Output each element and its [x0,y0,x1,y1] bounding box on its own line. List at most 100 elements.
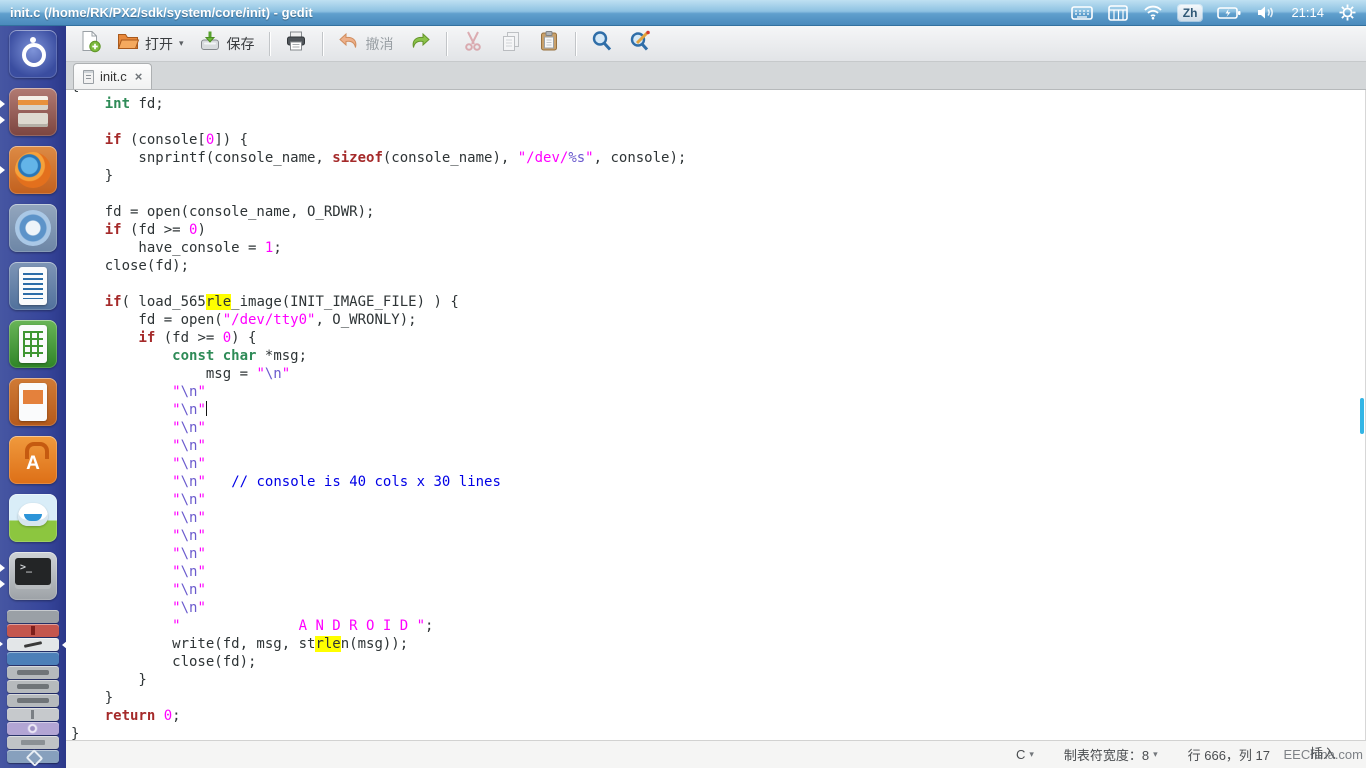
launcher-item-firefox[interactable] [9,146,57,194]
code-line: "\n" [71,437,1365,455]
copy-icon [499,29,523,58]
paste-button[interactable] [531,26,567,61]
code-line: } [71,671,1365,689]
toolbar-separator [446,32,447,56]
launcher-item-libreoffice-impress[interactable] [9,378,57,426]
launcher-item-libreoffice-calc[interactable] [9,320,57,368]
save-icon [198,29,222,58]
toolbar: 打开 ▾ 保存 撤消 [66,26,1366,62]
launcher-item-media-player[interactable] [7,736,59,749]
launcher-item-software-center[interactable] [9,436,57,484]
launcher-item-robot-assistant[interactable] [9,494,57,542]
volume-icon[interactable] [1256,5,1276,20]
status-bar: C ▾ 制表符宽度：8 ▾ 行 666，列 17 插入 EEChina.com [66,740,1366,768]
launcher-item-wine[interactable] [7,624,59,637]
cursor-position-label: 行 666，列 17 [1188,745,1270,764]
open-folder-icon [116,29,140,58]
new-document-button[interactable] [72,26,108,61]
tab-label: init.c [100,69,127,84]
undo-label: 撤消 [366,34,394,54]
text-editor-area[interactable]: { int fd; if (console[0]) { snprintf(con… [66,90,1366,740]
code-line: " A N D R O I D "; [71,617,1365,635]
undo-button[interactable]: 撤消 [331,26,400,61]
launcher-item-gedit[interactable] [7,638,59,651]
launcher-item-dash-home[interactable] [9,30,57,78]
cut-button[interactable] [455,26,491,61]
launcher-item-terminal[interactable] [9,552,57,600]
panel-grid-icon[interactable] [1108,5,1128,21]
code-line: msg = "\n" [71,365,1365,383]
redo-button[interactable] [402,26,438,61]
wifi-icon[interactable] [1143,5,1163,20]
clock[interactable]: 21:14 [1291,5,1324,20]
launcher-item-trash[interactable] [7,750,59,763]
save-label: 保存 [227,34,255,54]
launcher-item-tool[interactable] [7,610,59,623]
print-icon [284,29,308,58]
code-line: "\n" [71,545,1365,563]
launcher-item-drive-1[interactable] [7,666,59,679]
code-line: } [71,167,1365,185]
code-line: if (fd >= 0) [71,221,1365,239]
code-line: close(fd); [71,653,1365,671]
code-line: "\n" [71,455,1365,473]
code-line: "\n" [71,383,1365,401]
running-indicator-pip [0,580,5,588]
chevron-down-icon: ▾ [1153,749,1158,760]
input-method-indicator[interactable]: Zh [1178,5,1203,21]
language-selector[interactable]: C ▾ [1016,747,1034,762]
titlebar: init.c (/home/RK/PX2/sdk/system/core/ini… [0,0,1366,26]
code-line: "\n" [71,401,1365,419]
unity-launcher [0,26,66,768]
redo-icon [408,29,432,58]
watermark-text: EEChina.com [1284,747,1363,762]
keyboard-icon[interactable] [1071,5,1093,21]
code-line: fd = open(console_name, O_RDWR); [71,203,1365,221]
code-line: "\n" [71,491,1365,509]
code-line: fd = open("/dev/tty0", O_WRONLY); [71,311,1365,329]
replace-button[interactable] [622,26,658,61]
search-replace-icon [628,29,652,58]
running-indicator-pip [0,166,5,174]
new-document-icon [78,29,102,58]
toolbar-separator [575,32,576,56]
launcher-item-chromium[interactable] [9,204,57,252]
open-dropdown-icon[interactable]: ▾ [179,38,184,49]
launcher-item-cd-burner[interactable] [7,722,59,735]
copy-button[interactable] [493,26,529,61]
document-icon [83,70,94,84]
tab-close-icon[interactable]: × [135,69,143,84]
launcher-item-usb-creator[interactable] [7,708,59,721]
running-indicator-pip [0,640,3,648]
toolbar-separator [269,32,270,56]
code-line: } [71,725,1365,740]
running-indicator-pip [0,100,5,108]
running-indicator-pip [0,564,5,572]
launcher-item-drive-2[interactable] [7,680,59,693]
battery-icon[interactable] [1217,6,1241,20]
tab-init-c[interactable]: init.c × [73,63,152,89]
code-line [71,185,1365,203]
gear-icon[interactable] [1339,4,1356,21]
code-line: if( load_565rle_image(INIT_IMAGE_FILE) )… [71,293,1365,311]
text-cursor [206,401,208,416]
find-button[interactable] [584,26,620,61]
scrollbar-thumb[interactable] [1360,398,1364,434]
open-button[interactable]: 打开 ▾ [110,26,190,61]
code-line: "\n" [71,419,1365,437]
toolbar-separator [322,32,323,56]
save-button[interactable]: 保存 [192,26,261,61]
running-indicator-pip [0,116,5,124]
launcher-item-drive-3[interactable] [7,694,59,707]
code-line: if (console[0]) { [71,131,1365,149]
code-line: const char *msg; [71,347,1365,365]
undo-icon [337,29,361,58]
tab-width-selector[interactable]: 制表符宽度：8 ▾ [1064,745,1158,764]
launcher-item-libreoffice-writer[interactable] [9,262,57,310]
code-line [71,113,1365,131]
launcher-item-file-cabinet[interactable] [9,88,57,136]
code-line: write(fd, msg, strlen(msg)); [71,635,1365,653]
print-button[interactable] [278,26,314,61]
search-icon [590,29,614,58]
launcher-item-image-viewer[interactable] [7,652,59,665]
